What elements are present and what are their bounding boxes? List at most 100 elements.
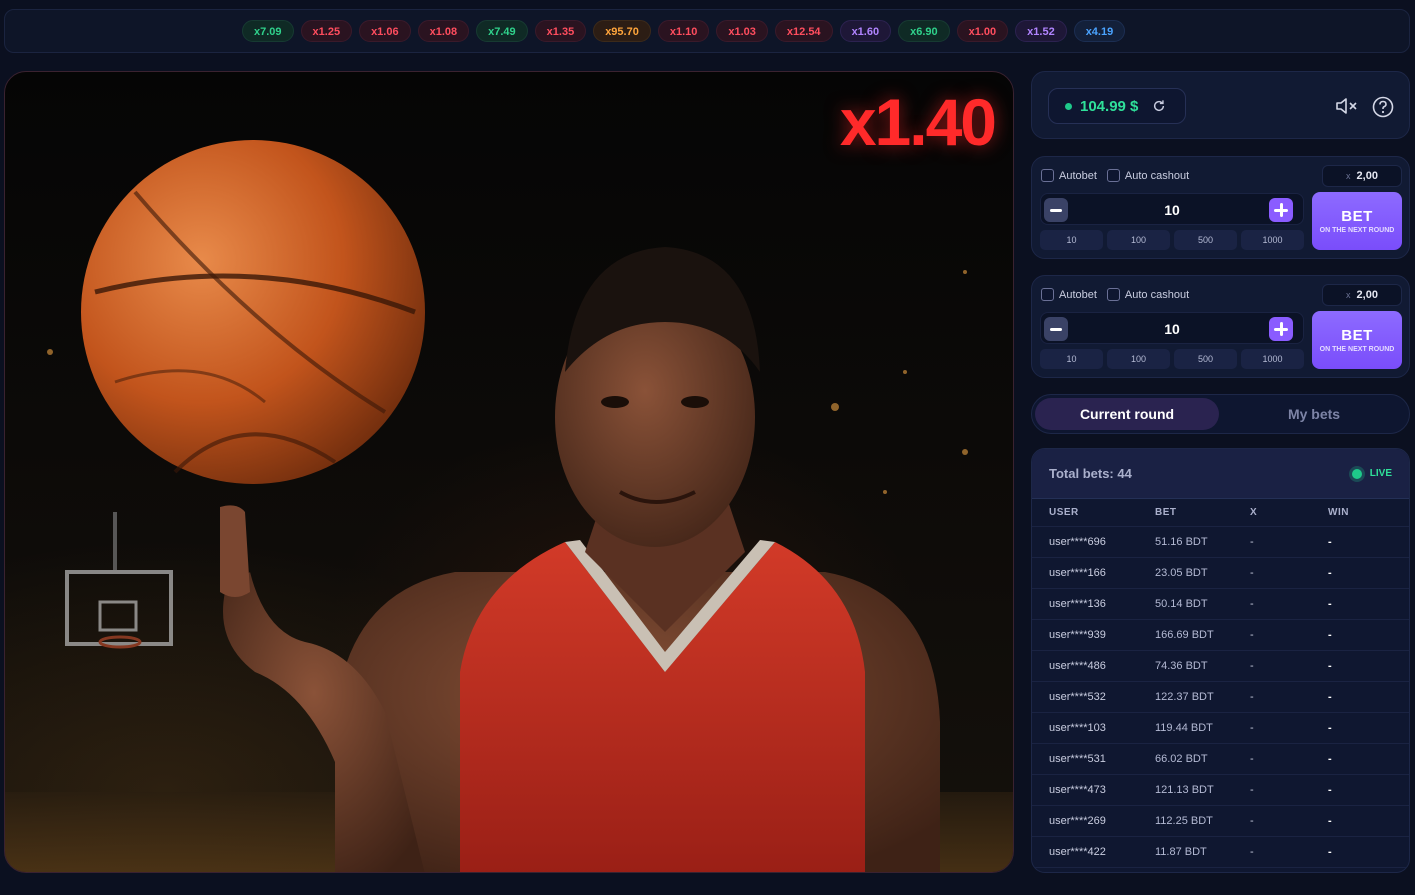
balance-display: 104.99 $	[1048, 88, 1186, 124]
row-bet: 112.25 BDT	[1155, 815, 1213, 827]
table-row: user****422 11.87 BDT - -	[1032, 837, 1409, 868]
help-icon[interactable]	[1372, 96, 1394, 118]
history-multiplier-chip: x1.60	[839, 20, 892, 42]
quick-amount-10[interactable]: 10	[1040, 349, 1103, 369]
autobet-checkbox[interactable]	[1041, 169, 1054, 182]
table-row: user****166 23.05 BDT - -	[1032, 558, 1409, 589]
quick-amount-1000[interactable]: 1000	[1241, 230, 1304, 250]
plus-icon	[1274, 203, 1288, 217]
bet-panel-2: Autobet Auto cashout x 2,00 10 10 100 50…	[1031, 275, 1410, 378]
bet-panel-1: Autobet Auto cashout x 2,00 10 10 100 50…	[1031, 156, 1410, 259]
table-row: user****486 74.36 BDT - -	[1032, 651, 1409, 682]
history-multiplier-chip: x4.19	[1073, 20, 1126, 42]
row-win: -	[1328, 846, 1332, 858]
bet-amount-input[interactable]: 10	[1041, 202, 1303, 218]
bet-button[interactable]: BET ON THE NEXT ROUND	[1312, 311, 1402, 369]
cashout-value: 2,00	[1356, 170, 1378, 182]
quick-amount-100[interactable]: 100	[1107, 230, 1170, 250]
row-multiplier: -	[1250, 629, 1254, 641]
row-multiplier: -	[1250, 722, 1254, 734]
history-multiplier-chip: x1.00	[956, 20, 1009, 42]
table-row: user****532 122.37 BDT - -	[1032, 682, 1409, 713]
tab-my-bets[interactable]: My bets	[1222, 398, 1406, 430]
quick-amount-row: 10 100 500 1000	[1040, 230, 1304, 250]
auto-cashout-label: Auto cashout	[1124, 169, 1190, 182]
history-multiplier-chip: x1.06	[359, 20, 411, 42]
live-dot-icon	[1351, 468, 1362, 479]
multiplier-history-bar: x7.09 x1.25 x1.06 x1.08 x7.49 x1.35 x95.70 x1.1…	[4, 9, 1410, 53]
auto-cashout-label: Auto cashout	[1124, 288, 1190, 301]
quick-amount-10[interactable]: 10	[1040, 230, 1103, 250]
history-multiplier-chip: x12.54	[774, 20, 833, 42]
table-row: user****473 121.13 BDT - -	[1032, 775, 1409, 806]
row-user: user****103	[1049, 722, 1106, 734]
account-panel: 104.99 $	[1031, 71, 1410, 139]
live-label: LIVE	[1369, 468, 1392, 479]
tab-current-round[interactable]: Current round	[1035, 398, 1219, 430]
row-user: user****531	[1049, 753, 1106, 765]
bet-button-label: BET	[1341, 208, 1373, 225]
cashout-prefix: x	[1346, 290, 1351, 300]
row-multiplier: -	[1250, 846, 1254, 858]
balance-status-dot	[1065, 102, 1072, 110]
autobet-label: Autobet	[1059, 169, 1097, 182]
row-win: -	[1328, 567, 1332, 579]
quick-amount-100[interactable]: 100	[1107, 349, 1170, 369]
row-win: -	[1328, 784, 1332, 796]
row-bet: 122.37 BDT	[1155, 691, 1214, 703]
auto-cashout-input[interactable]: x 2,00	[1322, 165, 1402, 187]
row-multiplier: -	[1250, 598, 1254, 610]
quick-amount-row: 10 100 500 1000	[1040, 349, 1304, 369]
auto-cashout-checkbox[interactable]	[1106, 288, 1120, 301]
autobet-label: Autobet	[1059, 288, 1097, 301]
quick-amount-1000[interactable]: 1000	[1241, 349, 1304, 369]
column-bet: BET	[1155, 507, 1177, 518]
row-win: -	[1328, 722, 1332, 734]
row-win: -	[1328, 815, 1332, 827]
column-win: WIN	[1328, 507, 1349, 518]
history-multiplier-chip: x7.09	[242, 20, 294, 42]
row-user: user****473	[1049, 784, 1106, 796]
row-multiplier: -	[1250, 815, 1254, 827]
row-win: -	[1328, 753, 1332, 765]
table-row: user****103 119.44 BDT - -	[1032, 713, 1409, 744]
row-user: user****486	[1049, 660, 1106, 672]
decrease-bet-button[interactable]	[1044, 317, 1068, 341]
row-multiplier: -	[1250, 536, 1254, 548]
row-user: user****136	[1049, 598, 1106, 610]
quick-amount-500[interactable]: 500	[1174, 349, 1237, 369]
row-bet: 74.36 BDT	[1155, 660, 1208, 672]
row-win: -	[1328, 691, 1332, 703]
autobet-checkbox[interactable]	[1041, 288, 1054, 301]
bet-button[interactable]: BET ON THE NEXT ROUND	[1312, 192, 1402, 250]
live-indicator: LIVE	[1351, 468, 1392, 479]
row-bet: 23.05 BDT	[1155, 567, 1208, 579]
cashout-prefix: x	[1346, 171, 1351, 181]
row-bet: 11.87 BDT	[1155, 846, 1207, 858]
bets-header: Total bets: 44 LIVE	[1032, 449, 1409, 499]
row-multiplier: -	[1250, 567, 1254, 579]
table-row: user****939 166.69 BDT - -	[1032, 620, 1409, 651]
game-area: x1.40	[4, 71, 1014, 873]
row-bet: 119.44 BDT	[1155, 722, 1213, 734]
row-bet: 166.69 BDT	[1155, 629, 1214, 641]
history-multiplier-chip: x1.08	[417, 20, 470, 42]
refresh-icon[interactable]	[1152, 99, 1166, 113]
row-win: -	[1328, 629, 1332, 641]
history-multiplier-chip: x1.03	[716, 20, 768, 42]
quick-amount-500[interactable]: 500	[1174, 230, 1237, 250]
bet-button-sublabel: ON THE NEXT ROUND	[1319, 346, 1395, 353]
history-multiplier-chip: x1.52	[1015, 20, 1067, 42]
auto-cashout-input[interactable]: x 2,00	[1322, 284, 1402, 306]
sound-muted-icon[interactable]	[1335, 96, 1359, 116]
auto-cashout-checkbox[interactable]	[1106, 169, 1120, 182]
game-scene-illustration	[5, 140, 1013, 872]
decrease-bet-button[interactable]	[1044, 198, 1068, 222]
bet-amount-input[interactable]: 10	[1041, 321, 1303, 337]
row-user: user****939	[1049, 629, 1106, 641]
increase-bet-button[interactable]	[1269, 317, 1293, 341]
increase-bet-button[interactable]	[1269, 198, 1293, 222]
row-bet: 50.14 BDT	[1155, 598, 1208, 610]
balance-value: 104.99 $	[1080, 97, 1139, 115]
row-user: user****166	[1049, 567, 1106, 579]
